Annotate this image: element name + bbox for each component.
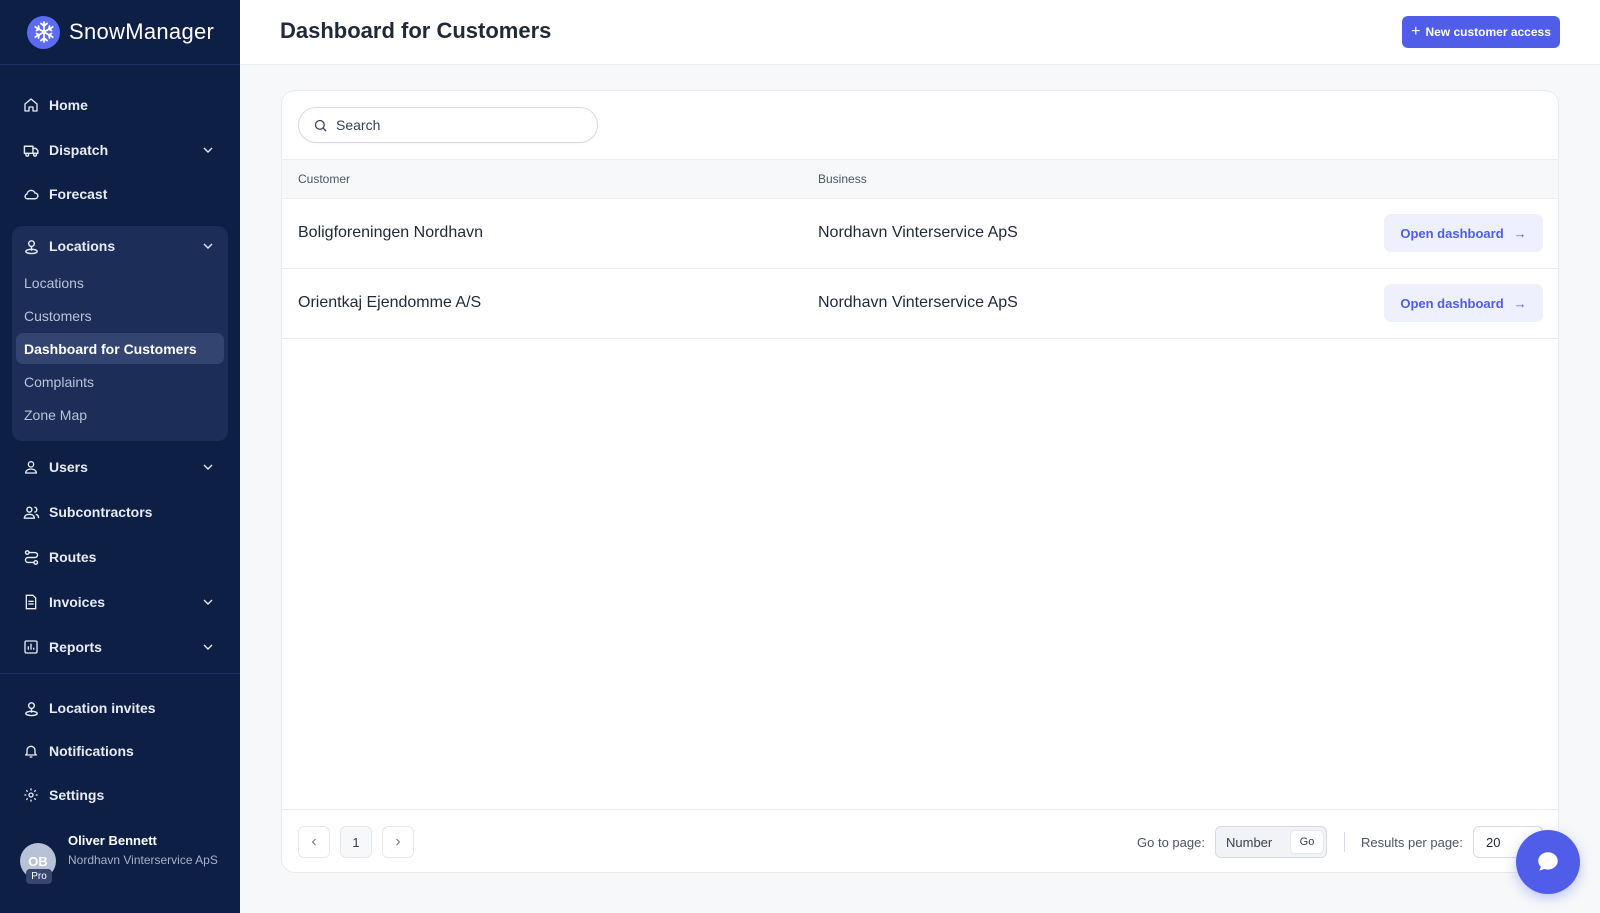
page-title: Dashboard for Customers: [280, 18, 552, 43]
chevron-right-icon: [396, 838, 401, 846]
sidebar-item-users[interactable]: Users: [12, 447, 228, 487]
goto-page-label: Go to page:: [1137, 835, 1205, 850]
go-button[interactable]: Go: [1290, 830, 1324, 854]
location-pin-icon: [22, 699, 40, 717]
sidebar-item-label: Users: [49, 459, 88, 475]
snowflake-icon: [27, 15, 60, 49]
gear-icon: [22, 786, 40, 804]
goto-page-input[interactable]: [1226, 835, 1282, 850]
next-page-button[interactable]: [382, 826, 414, 858]
business-name: Nordhavn Vinterservice ApS: [818, 224, 1018, 241]
chevron-down-icon: [203, 599, 213, 605]
sidebar-item-label: Notifications: [49, 743, 134, 759]
table-row: Orientkaj Ejendomme A/S Nordhavn Vinters…: [282, 269, 1558, 339]
new-customer-access-button[interactable]: + New customer access: [1402, 16, 1560, 48]
sidebar-sub-locations[interactable]: Locations: [16, 267, 224, 298]
chevron-down-icon: [203, 147, 213, 153]
prev-page-button[interactable]: [298, 826, 330, 858]
search-field[interactable]: [298, 107, 598, 143]
chevron-down-icon: [203, 243, 213, 249]
truck-icon: [22, 141, 40, 159]
sidebar-item-label: Reports: [49, 639, 102, 655]
user-profile[interactable]: OB Pro Oliver Bennett Nordhavn Vinterser…: [20, 831, 230, 893]
sidebar-item-label: Subcontractors: [49, 504, 153, 520]
customer-name: Boligforeningen Nordhavn: [298, 224, 484, 241]
open-dashboard-button[interactable]: Open dashboard →: [1384, 214, 1543, 252]
sidebar-divider: [0, 673, 240, 674]
document-icon: [22, 593, 40, 611]
chevron-down-icon: [203, 464, 213, 470]
user-icon: [22, 458, 40, 476]
sidebar-item-forecast[interactable]: Forecast: [12, 174, 228, 214]
button-label: Open dashboard: [1400, 225, 1504, 241]
sidebar-sub-complaints[interactable]: Complaints: [16, 366, 224, 397]
footer-divider: [1344, 832, 1345, 852]
pagination-bar: 1 Go to page: Go Results per page: 20: [282, 809, 1558, 873]
sidebar-item-label: Locations: [49, 238, 116, 254]
user-name: Oliver Bennett: [68, 833, 157, 848]
button-label: Open dashboard: [1400, 295, 1504, 311]
sidebar-item-subcontractors[interactable]: Subcontractors: [12, 492, 228, 532]
chat-bubble-icon: [1538, 852, 1558, 871]
sidebar-item-label: Dispatch: [49, 142, 109, 158]
sidebar-item-settings[interactable]: Settings: [12, 775, 228, 815]
location-pin-icon: [22, 237, 40, 255]
sidebar-item-notifications[interactable]: Notifications: [12, 731, 228, 771]
cloud-icon: [22, 185, 40, 203]
goto-page-field: Go: [1215, 826, 1327, 858]
search-icon: [314, 119, 327, 132]
chat-button[interactable]: [1516, 830, 1580, 894]
column-header-customer[interactable]: Customer: [298, 172, 350, 186]
business-name: Nordhavn Vinterservice ApS: [818, 294, 1018, 311]
brand[interactable]: SnowManager: [0, 0, 240, 65]
customer-name: Orientkaj Ejendomme A/S: [298, 294, 482, 311]
user-business: Nordhavn Vinterservice ApS: [68, 853, 218, 867]
sidebar-item-label: Invoices: [49, 594, 106, 610]
open-dashboard-button[interactable]: Open dashboard →: [1384, 284, 1543, 322]
sidebar-item-label: Routes: [49, 549, 97, 565]
sidebar-item-dispatch[interactable]: Dispatch: [12, 130, 228, 170]
chevron-down-icon: [203, 644, 213, 650]
results-per-page-value: 20: [1486, 834, 1501, 850]
sidebar-item-label: Home: [49, 97, 88, 113]
users-icon: [22, 503, 40, 521]
bar-chart-icon: [22, 638, 40, 656]
sidebar-item-location-invites[interactable]: Location invites: [12, 688, 228, 728]
arrow-right-icon: →: [1513, 295, 1527, 311]
column-header-business[interactable]: Business: [818, 172, 867, 186]
sidebar-sub-customers[interactable]: Customers: [16, 300, 224, 331]
sidebar-sub-dashboard-for-customers[interactable]: Dashboard for Customers: [16, 333, 224, 364]
results-per-page-label: Results per page:: [1361, 835, 1463, 850]
table-header: Customer Business: [282, 159, 1558, 199]
bell-icon: [22, 742, 40, 760]
table-row: Boligforeningen Nordhavn Nordhavn Vinter…: [282, 199, 1558, 269]
arrow-right-icon: →: [1513, 225, 1527, 241]
plan-badge: Pro: [26, 869, 52, 884]
sidebar-item-home[interactable]: Home: [12, 85, 228, 125]
page-button-1[interactable]: 1: [340, 826, 372, 858]
sidebar: SnowManager Home Dispatch Forecast Locat…: [0, 0, 240, 913]
search-input[interactable]: [336, 117, 576, 133]
sidebar-item-label: Location invites: [49, 700, 156, 716]
button-label: New customer access: [1425, 25, 1551, 39]
page-header: Dashboard for Customers + New customer a…: [240, 0, 1600, 65]
sidebar-item-locations[interactable]: Locations: [12, 226, 228, 266]
customers-card: Customer Business Boligforeningen Nordha…: [281, 90, 1559, 873]
sidebar-item-invoices[interactable]: Invoices: [12, 582, 228, 622]
route-icon: [22, 548, 40, 566]
sidebar-item-label: Forecast: [49, 186, 108, 202]
sidebar-item-label: Settings: [49, 787, 105, 803]
locations-group: Locations Locations Customers Dashboard …: [12, 226, 228, 441]
chevron-left-icon: [311, 838, 316, 846]
home-icon: [22, 96, 40, 114]
sidebar-sub-zone-map[interactable]: Zone Map: [16, 399, 224, 430]
sidebar-item-routes[interactable]: Routes: [12, 537, 228, 577]
brand-name: SnowManager: [69, 19, 215, 44]
sidebar-item-reports[interactable]: Reports: [12, 627, 228, 667]
plus-icon: +: [1411, 23, 1421, 40]
